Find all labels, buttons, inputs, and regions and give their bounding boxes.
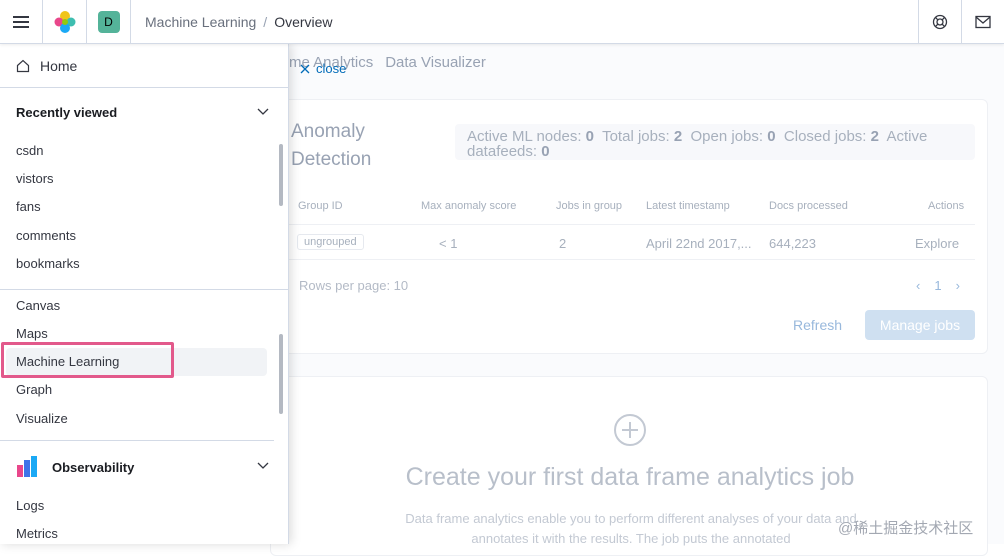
close-icon [300, 64, 310, 73]
next-page-icon[interactable]: › [956, 278, 960, 293]
recent-item[interactable]: csdn [16, 143, 43, 158]
recent-item[interactable]: comments [16, 228, 76, 243]
nav-item-visualize[interactable]: Visualize [16, 411, 68, 426]
stat-label: Open jobs: [690, 128, 764, 145]
recent-item[interactable]: vistors [16, 171, 54, 186]
divider [0, 289, 289, 290]
jobs-cell: 2 [559, 236, 567, 251]
stat-value: 0 [767, 128, 776, 145]
hamburger-icon [13, 16, 29, 28]
nav-item-metrics[interactable]: Metrics [16, 526, 58, 541]
anomaly-detection-panel: Anomaly Detection Active ML nodes: 0 Tot… [270, 99, 988, 354]
breadcrumb: Machine Learning / Overview [131, 0, 918, 43]
space-avatar: D [97, 11, 120, 33]
elastic-logo-icon [54, 11, 75, 33]
group-badge: ungrouped [297, 234, 364, 250]
page-number[interactable]: 1 [934, 278, 941, 293]
timestamp-cell: April 22nd 2017,... [646, 236, 752, 251]
col-latest-timestamp[interactable]: Latest timestamp [646, 200, 730, 212]
col-max-score[interactable]: Max anomaly score [421, 200, 516, 212]
recently-viewed-title[interactable]: Recently viewed [16, 105, 117, 120]
chevron-down-icon[interactable] [257, 108, 269, 116]
dfa-title: Create your first data frame analytics j… [405, 463, 855, 491]
mail-icon [975, 15, 991, 29]
nav-home-link[interactable]: Home [0, 44, 289, 88]
rows-per-page[interactable]: Rows per page: 10 [299, 278, 408, 293]
breadcrumb-separator: / [263, 13, 268, 30]
help-button[interactable] [918, 0, 961, 44]
dfa-description: Data frame analytics enable you to perfo… [405, 511, 857, 546]
explore-link[interactable]: Explore [915, 236, 959, 251]
elastic-logo[interactable] [43, 0, 87, 44]
pagination: ‹ 1 › [916, 278, 960, 293]
stat-value: 2 [673, 128, 683, 145]
space-selector[interactable]: D [87, 0, 131, 44]
stat-label: Total jobs: [602, 128, 670, 145]
highlight-annotation-box [1, 342, 174, 378]
close-button[interactable]: close [300, 61, 346, 76]
nav-home-label: Home [40, 57, 78, 74]
observability-header[interactable]: Observability [16, 456, 134, 478]
col-jobs-in-group[interactable]: Jobs in group [556, 200, 622, 212]
score-cell: < 1 [439, 236, 458, 251]
add-analytics-icon [614, 414, 646, 446]
observability-title: Observability [52, 459, 135, 475]
prev-page-icon[interactable]: ‹ [916, 278, 920, 293]
newsfeed-button[interactable] [961, 0, 1004, 44]
chevron-down-icon[interactable] [257, 462, 269, 470]
stat-label: Closed jobs: [783, 128, 867, 145]
close-label: close [316, 61, 347, 76]
col-group-id[interactable]: Group ID [298, 200, 343, 212]
table-row: ungrouped < 1 2 April 22nd 2017,... 644,… [287, 224, 975, 260]
stat-value: 2 [870, 128, 879, 145]
top-header: D Machine Learning / Overview [0, 0, 1004, 44]
anomaly-detection-title: Anomaly Detection [291, 121, 372, 170]
menu-toggle-button[interactable] [0, 0, 43, 44]
tab-data-visualizer[interactable]: Data Visualizer [385, 54, 486, 71]
help-lifebuoy-icon [932, 14, 948, 30]
recent-scrollbar[interactable] [279, 144, 283, 206]
docs-cell: 644,223 [769, 236, 816, 251]
breadcrumb-ml[interactable]: Machine Learning [145, 14, 256, 30]
col-docs-processed[interactable]: Docs processed [769, 200, 848, 212]
recent-item[interactable]: bookmarks [16, 256, 80, 271]
manage-jobs-button[interactable]: Manage jobs [865, 310, 975, 340]
watermark: @稀土掘金技术社区 [838, 520, 974, 537]
job-stats-bar: Active ML nodes: 0 Total jobs: 2 Open jo… [455, 124, 975, 160]
refresh-button[interactable]: Refresh [793, 317, 842, 333]
col-actions: Actions [928, 200, 965, 212]
jobs-table-header: Group ID Max anomaly score Jobs in group… [271, 200, 989, 222]
breadcrumb-overview: Overview [274, 13, 333, 30]
home-icon [16, 59, 30, 72]
recent-item[interactable]: fans [16, 199, 41, 214]
stat-value: 0 [541, 143, 550, 160]
nav-item-maps[interactable]: Maps [16, 326, 48, 341]
nav-item-logs[interactable]: Logs [16, 498, 44, 513]
analytics-scrollbar[interactable] [279, 334, 283, 414]
nav-item-canvas[interactable]: Canvas [16, 298, 60, 313]
nav-item-graph[interactable]: Graph [16, 382, 52, 397]
divider [0, 440, 274, 441]
nav-drawer: Home Recently viewed csdn vistors fans c… [0, 44, 289, 544]
stat-value: 0 [585, 128, 595, 145]
observability-logo-icon [17, 456, 37, 477]
